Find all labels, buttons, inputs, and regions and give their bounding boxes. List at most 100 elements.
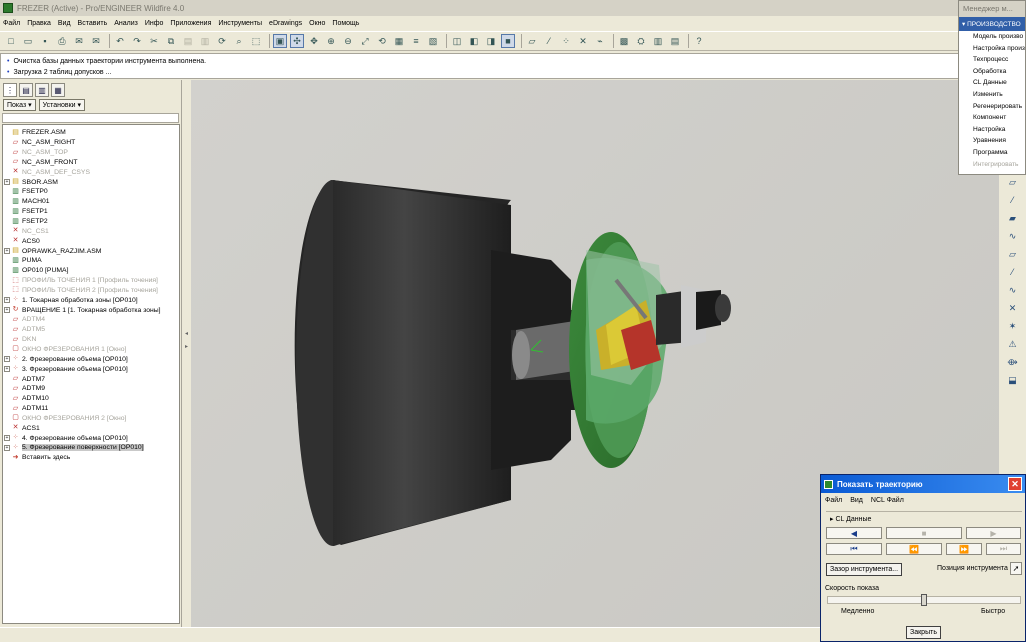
tree-item[interactable]: ✕ NC_ASM_DEF_CSYS: [4, 167, 178, 177]
annotations-icon[interactable]: ⌁: [593, 34, 607, 48]
menu-manager-item[interactable]: Уравнения: [959, 135, 1025, 147]
paste-special-icon[interactable]: ▥: [198, 34, 212, 48]
tree-item[interactable]: ▱ ADTM10: [4, 394, 178, 404]
tree-item[interactable]: ▥ FSETP2: [4, 217, 178, 227]
csys-icon[interactable]: ✕: [576, 34, 590, 48]
tree-item[interactable]: ▱ ADTM9: [4, 384, 178, 394]
menu-manager-item[interactable]: Интегрировать: [959, 159, 1025, 171]
tree-item[interactable]: ➜ Вставить здесь: [4, 453, 178, 463]
tree-item[interactable]: ▱ ADTM5: [4, 325, 178, 335]
expand-icon[interactable]: +: [4, 444, 10, 451]
email-icon[interactable]: ✉: [89, 34, 103, 48]
expand-icon[interactable]: +: [4, 248, 10, 255]
tool-manager-icon[interactable]: ▥: [651, 34, 665, 48]
tree-item[interactable]: ▥ OP010 [PUMA]: [4, 266, 178, 276]
expand-icon[interactable]: +: [4, 356, 10, 363]
curve-tool-icon[interactable]: ∿: [999, 285, 1026, 301]
menu-item[interactable]: Окно: [309, 20, 325, 27]
wireframe-icon[interactable]: ◫: [450, 34, 464, 48]
refit-icon[interactable]: ⤢: [358, 34, 372, 48]
menu-item[interactable]: Инфо: [145, 20, 164, 27]
rewind-to-start-button[interactable]: ⏮: [826, 543, 882, 555]
select-box-icon[interactable]: ⬚: [249, 34, 263, 48]
datum-axis-tool-icon[interactable]: ⁄: [999, 195, 1026, 211]
folder-browser-tab-icon[interactable]: ▤: [19, 83, 33, 97]
zoom-out-icon[interactable]: ⊖: [341, 34, 355, 48]
open-icon[interactable]: ▭: [21, 34, 35, 48]
menu-manager-item[interactable]: Техпроцесс: [959, 54, 1025, 66]
tree-item[interactable]: ▥ FSETP1: [4, 207, 178, 217]
menu-item[interactable]: Файл: [3, 20, 20, 27]
tree-item[interactable]: ▱ DKN: [4, 335, 178, 345]
menu-group-header[interactable]: ▾ ПРОИЗВОДСТВО: [959, 17, 1025, 31]
saved-views-icon[interactable]: ▦: [392, 34, 406, 48]
csys-tool-icon[interactable]: ✶: [999, 321, 1026, 337]
menu-item[interactable]: Вставить: [78, 20, 108, 27]
nc-sequence-icon[interactable]: ⛭: [634, 34, 648, 48]
show-dropdown[interactable]: Показ ▾: [3, 99, 36, 111]
expand-icon[interactable]: +: [4, 366, 10, 373]
hidden-line-icon[interactable]: ◧: [467, 34, 481, 48]
menu-manager-item[interactable]: Модель произво: [959, 31, 1025, 43]
menu-item[interactable]: Помощь: [332, 20, 359, 27]
menu-manager-item[interactable]: Регенерировать: [959, 101, 1025, 113]
expand-icon[interactable]: +: [4, 307, 10, 314]
cl-data-section[interactable]: ▸ CL Данные: [826, 511, 1022, 525]
datum-points-icon[interactable]: ⁘: [559, 34, 573, 48]
close-button[interactable]: Закрыть: [906, 626, 941, 639]
step-forward-button[interactable]: ⏩: [946, 543, 982, 555]
step-backward-button[interactable]: ⏪: [886, 543, 942, 555]
tree-item[interactable]: + ↻ ВРАЩЕНИЕ 1 [1. Токарная обработка зоны…: [4, 305, 178, 315]
spin-center-icon[interactable]: ✣: [290, 34, 304, 48]
redo-icon[interactable]: ↷: [130, 34, 144, 48]
close-icon[interactable]: ✕: [1008, 477, 1022, 491]
stop-button[interactable]: ■: [886, 527, 962, 539]
analysis-tool-icon[interactable]: ⚠: [999, 339, 1026, 355]
menu-item[interactable]: Правка: [27, 20, 51, 27]
datum-axes-icon[interactable]: ⁄: [542, 34, 556, 48]
model-tree-tab-icon[interactable]: ⋮: [3, 83, 17, 97]
point-tool-icon[interactable]: ✕: [999, 303, 1026, 319]
speed-slider-thumb[interactable]: [921, 594, 927, 606]
expand-icon[interactable]: +: [4, 435, 10, 442]
play-forward-button[interactable]: ▶: [966, 527, 1021, 539]
menu-item[interactable]: Анализ: [114, 20, 138, 27]
tree-item[interactable]: + ⁘ 1. Токарная обработка зоны [OP010]: [4, 295, 178, 305]
tool-clearance-button[interactable]: Зазор инструмента...: [826, 563, 903, 576]
tree-item[interactable]: ⬚ ПРОФИЛЬ ТОЧЕНИЯ 1 [Профиль точения]: [4, 276, 178, 286]
tree-item[interactable]: ▢ ОКНО ФРЕЗЕРОВАНИЯ 2 [Окно]: [4, 413, 178, 423]
regenerate-icon[interactable]: ⟳: [215, 34, 229, 48]
tree-item[interactable]: ▥ MACH01: [4, 197, 178, 207]
copy-icon[interactable]: ⧉: [164, 34, 178, 48]
mill-window-icon[interactable]: ⬓: [999, 375, 1026, 391]
find-icon[interactable]: ⌕: [232, 34, 246, 48]
menu-manager-item[interactable]: Настройка произ: [959, 43, 1025, 55]
menu-item[interactable]: Вид: [58, 20, 71, 27]
tree-item[interactable]: ▥ PUMA: [4, 256, 178, 266]
dialog-menu-item[interactable]: Вид: [850, 497, 863, 504]
undo-icon[interactable]: ↶: [113, 34, 127, 48]
tree-item[interactable]: ▱ ADTM7: [4, 374, 178, 384]
tree-item[interactable]: + ▤ OPRAWKA_RAZJIM.ASM: [4, 246, 178, 256]
tree-item[interactable]: ▤ FREZER.ASM: [4, 128, 178, 138]
menu-item[interactable]: eDrawings: [269, 20, 302, 27]
dialog-menu-item[interactable]: NCL Файл: [871, 497, 904, 504]
tree-item[interactable]: ✕ ACS0: [4, 236, 178, 246]
menu-item[interactable]: Инструменты: [218, 20, 262, 27]
tree-item[interactable]: ▱ NC_ASM_RIGHT: [4, 138, 178, 148]
menu-manager-item[interactable]: Компонент: [959, 112, 1025, 124]
pointer-icon[interactable]: ➚: [1010, 562, 1022, 575]
send-icon[interactable]: ✉: [72, 34, 86, 48]
print-icon[interactable]: ⎙: [55, 34, 69, 48]
tree-item[interactable]: ▢ ОКНО ФРЕЗЕРОВАНИЯ 1 [Окно]: [4, 345, 178, 355]
datum-plane-tool-icon[interactable]: ▱: [999, 177, 1026, 193]
orient-icon[interactable]: ✥: [307, 34, 321, 48]
axis-tool-icon[interactable]: ⁄: [999, 267, 1026, 283]
reorient-icon[interactable]: ⟲: [375, 34, 389, 48]
tree-item[interactable]: + ⁘ 2. Фрезерование объема [OP010]: [4, 354, 178, 364]
tree-item[interactable]: ▱ ADTM11: [4, 404, 178, 414]
tree-item[interactable]: ▱ NC_ASM_TOP: [4, 148, 178, 158]
play-backward-button[interactable]: ◀: [826, 527, 882, 539]
tree-item[interactable]: ▱ NC_ASM_FRONT: [4, 158, 178, 168]
sketch-tool-icon[interactable]: ∿: [999, 231, 1026, 247]
